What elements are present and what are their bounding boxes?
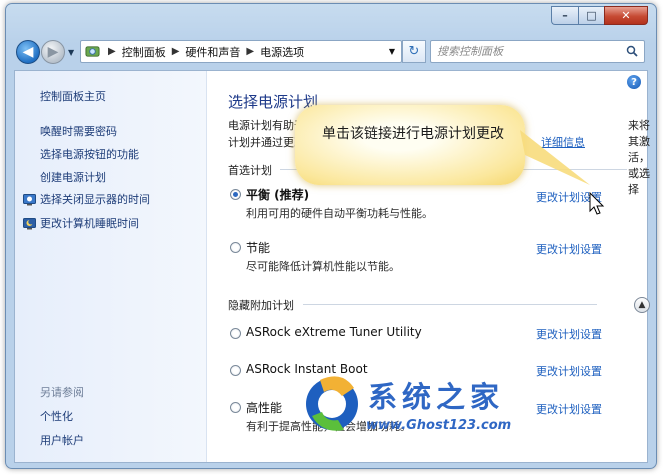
plan-radio[interactable] [230,365,241,376]
preferred-plans-heading: 首选计划 [228,164,272,177]
plan-radio[interactable] [230,242,241,253]
breadcrumb-separator: ▶ [108,46,116,57]
help-icon[interactable]: ? [627,75,641,89]
sidebar-link-wake-password[interactable]: 唤醒时需要密码 [40,123,117,139]
hidden-plans-heading: 隐藏附加计划 [228,299,294,312]
sidebar-link-user-accounts[interactable]: 用户帐户 [40,432,84,448]
task-sidebar: 控制面板主页 唤醒时需要密码 选择电源按钮的功能 创建电源计划 选择关闭显示器的… [15,71,207,462]
sidebar-link-personalization[interactable]: 个性化 [40,408,73,424]
plan-radio-selected[interactable] [230,189,241,200]
watermark-logo-icon [306,376,358,431]
sidebar-link-home[interactable]: 控制面板主页 [40,88,106,104]
navigation-bar: ◀ ▶ ▼ ▶ 控制面板 ▶ 硬件和声音 ▶ 电源选项 ▼ ↻ 搜索控制面板 [14,38,648,66]
change-plan-settings-link-asrock-tuner[interactable]: 更改计划设置 [536,326,602,342]
history-dropdown-icon[interactable]: ▼ [68,48,74,57]
monitor-clock-icon [23,193,36,205]
search-input[interactable]: 搜索控制面板 [430,40,645,63]
plan-name: 节能 [246,241,271,255]
close-button[interactable]: ✕ [604,6,648,25]
watermark-title: 系统之家 [368,380,505,414]
mouse-cursor-icon [589,192,605,215]
callout-text: 单击该链接进行电源计划更改 [322,126,504,142]
arrow-right-icon: ▶ [47,44,59,60]
refresh-button[interactable]: ↻ [402,40,426,63]
breadcrumb-item-control-panel[interactable]: 控制面板 [122,44,166,60]
callout-pointer [520,130,590,185]
plan-description: 尽可能降低计算机性能以节能。 [246,260,400,273]
moon-monitor-icon [23,217,36,229]
address-dropdown-icon[interactable]: ▼ [389,47,395,56]
sidebar-link-label: 选择关闭显示器的时间 [40,193,150,206]
sidebar-link-label: 更改计算机睡眠时间 [40,217,139,230]
forward-button[interactable]: ▶ [41,40,65,64]
watermark-url: www.Ghost123.com [366,418,512,433]
sidebar-link-power-button[interactable]: 选择电源按钮的功能 [40,146,139,162]
refresh-icon: ↻ [408,44,420,59]
collapse-chevron-icon[interactable]: ▲ [634,297,650,313]
back-button[interactable]: ◀ [16,40,40,64]
breadcrumb-separator: ▶ [246,46,255,57]
plan-name: 高性能 [246,401,283,415]
maximize-button[interactable]: □ [578,6,604,25]
arrow-left-icon: ◀ [22,44,34,60]
divider [303,304,597,305]
plan-radio[interactable] [230,402,241,413]
plan-radio[interactable] [230,328,241,339]
plan-description: 利用可用的硬件自动平衡功耗与性能。 [246,207,433,220]
breadcrumb-item-hardware-sound[interactable]: 硬件和声音 [185,44,240,60]
see-also-heading: 另请参阅 [40,386,84,399]
instruction-callout: 单击该链接进行电源计划更改 [295,105,525,185]
plan-name: ASRock eXtreme Tuner Utility [246,325,422,339]
change-plan-settings-link-power-saver[interactable]: 更改计划设置 [536,241,602,257]
search-placeholder: 搜索控制面板 [437,45,503,58]
sidebar-link-create-plan[interactable]: 创建电源计划 [40,169,106,185]
window-controls: – □ ✕ [551,6,648,25]
description-right-text: 来将其激活，或选择 [628,119,650,196]
address-bar[interactable]: ▶ 控制面板 ▶ 硬件和声音 ▶ 电源选项 ▼ [80,40,402,63]
search-icon[interactable] [626,45,638,57]
plan-name: 平衡 (推荐) [246,188,310,202]
sidebar-link-sleep-time[interactable]: 更改计算机睡眠时间 [23,215,139,231]
sidebar-link-display-off[interactable]: 选择关闭显示器的时间 [23,191,150,207]
watermark: 系统之家 www.Ghost123.com [300,370,600,440]
control-panel-icon [85,46,100,57]
breadcrumb-separator: ▶ [171,46,180,57]
breadcrumb-item-power-options[interactable]: 电源选项 [260,44,304,60]
minimize-button[interactable]: – [551,6,578,25]
